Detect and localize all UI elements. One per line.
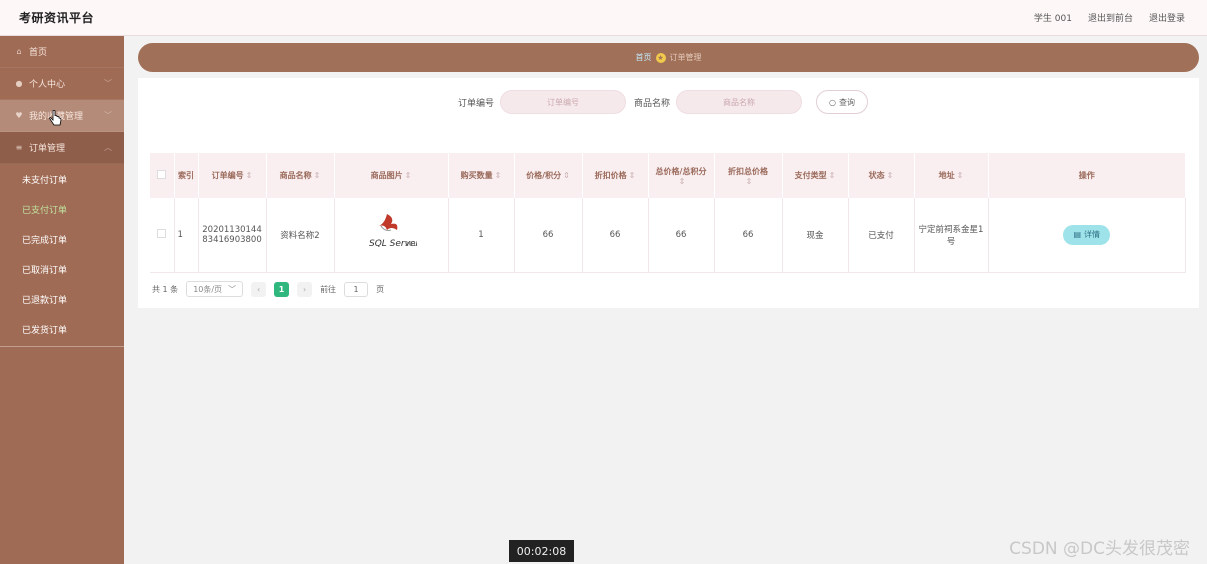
cell-address: 宁定前祠系金星1号	[914, 198, 989, 273]
sidebar-subitem-cancelled[interactable]: 已取消订单	[0, 254, 124, 284]
top-bar-actions: 学生 001 退出到前台 退出登录	[1034, 11, 1185, 24]
cell-price: 66	[514, 198, 583, 273]
list-icon: ≡	[15, 143, 23, 152]
sidebar-item-label: 订单管理	[29, 144, 66, 154]
col-address[interactable]: 地址 ⇕	[914, 153, 989, 198]
sql-server-logo: SQL Server 2012	[369, 214, 420, 249]
main-panel: 订单编号 订单编号 商品名称 商品名称 ○ 查询 索引 订单编号 ⇕ 商品名称 ⇕ …	[138, 78, 1199, 308]
table-row: 1 2020113014483416903800 资料名称2 SQL Serve…	[150, 198, 1186, 273]
chevron-down-icon: ﹀	[228, 284, 237, 294]
order-no-label: 订单编号	[458, 98, 495, 109]
pagination: 共 1 条 10条/页 ﹀ ‹ 1 › 前往 1 页	[152, 281, 384, 297]
col-qty[interactable]: 购买数量 ⇕	[448, 153, 515, 198]
table-header-row: 索引 订单编号 ⇕ 商品名称 ⇕ 商品图片 ⇕ 购买数量 ⇕ 价格/积分 ⇕ 折扣价格 ⇕ …	[150, 153, 1186, 198]
col-price[interactable]: 价格/积分 ⇕	[514, 153, 583, 198]
cell-goods-image: SQL Server 2012	[334, 198, 449, 273]
sidebar-subitem-completed[interactable]: 已完成订单	[0, 224, 124, 254]
cell-order-no: 2020113014483416903800	[198, 198, 267, 273]
col-total[interactable]: 总价格/总积分 ⇕	[648, 153, 715, 198]
sidebar-divider	[0, 346, 124, 347]
cell-status: 已支付	[848, 198, 915, 273]
sidebar-item-label: 个人中心	[29, 80, 66, 90]
hand-cursor-icon	[49, 110, 62, 126]
goto-label: 前往	[320, 284, 337, 294]
home-icon: ⌂	[16, 47, 22, 56]
col-goods-name[interactable]: 商品名称 ⇕	[266, 153, 335, 198]
select-all-checkbox-cell	[150, 153, 175, 198]
cell-index: 1	[174, 198, 199, 273]
logout-link[interactable]: 退出登录	[1149, 11, 1185, 24]
sidebar: ⌂ 首页 ● 个人中心 ﹀ ♥ 我的收藏管理 ﹀ ≡ 订单管理 ︿ 未支付订单 …	[0, 36, 124, 564]
chevron-up-icon: ︿	[104, 143, 112, 152]
search-bar: 订单编号 订单编号 商品名称 商品名称 ○ 查询	[458, 90, 869, 114]
page-size-select[interactable]: 10条/页 ﹀	[186, 281, 244, 297]
sidebar-item-label: 首页	[29, 48, 48, 58]
prev-page-button[interactable]: ‹	[251, 281, 267, 297]
select-all-checkbox[interactable]	[157, 170, 167, 179]
col-pay-type[interactable]: 支付类型 ⇕	[782, 153, 849, 198]
row-checkbox-cell	[150, 198, 175, 273]
video-timestamp: 00:02:08	[509, 540, 574, 562]
goods-name-label: 商品名称	[634, 98, 671, 109]
top-bar: 考研资讯平台 学生 001 退出到前台 退出登录	[0, 0, 1207, 36]
cell-goods-name: 资料名称2	[266, 198, 335, 273]
cell-actions: ▤ 详情	[988, 198, 1186, 273]
sidebar-item-profile[interactable]: ● 个人中心 ﹀	[0, 68, 124, 100]
sidebar-subitem-paid[interactable]: 已支付订单	[0, 194, 124, 224]
back-to-front-link[interactable]: 退出到前台	[1088, 11, 1133, 24]
sidebar-subitem-shipped[interactable]: 已发货订单	[0, 314, 124, 344]
query-button[interactable]: ○ 查询	[816, 90, 869, 114]
sidebar-item-favorites[interactable]: ♥ 我的收藏管理 ﹀	[0, 100, 124, 132]
chevron-down-icon: ﹀	[104, 111, 112, 120]
goto-page-input[interactable]: 1	[344, 281, 369, 297]
col-status[interactable]: 状态 ⇕	[848, 153, 915, 198]
row-checkbox[interactable]	[157, 228, 167, 238]
page-unit-label: 页	[376, 284, 385, 294]
sidebar-item-orders[interactable]: ≡ 订单管理 ︿	[0, 132, 124, 164]
orders-table: 索引 订单编号 ⇕ 商品名称 ⇕ 商品图片 ⇕ 购买数量 ⇕ 价格/积分 ⇕ 折扣价格 ⇕ …	[150, 153, 1186, 273]
chevron-down-icon: ﹀	[104, 79, 112, 88]
watermark: CSDN @DC头发很茂密	[1009, 539, 1190, 559]
next-page-button[interactable]: ›	[297, 281, 313, 297]
col-actions: 操作	[988, 153, 1186, 198]
cell-pay-type: 现金	[782, 198, 849, 273]
cell-total: 66	[648, 198, 715, 273]
col-goods-image[interactable]: 商品图片 ⇕	[334, 153, 449, 198]
search-icon: ○	[829, 97, 837, 107]
total-count: 共 1 条	[152, 284, 179, 294]
cell-discount-total: 66	[714, 198, 783, 273]
logo-version-text: 2012	[405, 241, 417, 248]
document-icon: ▤	[1073, 230, 1082, 240]
breadcrumb-home[interactable]: 首页	[636, 52, 652, 63]
col-discount-price[interactable]: 折扣价格 ⇕	[582, 153, 649, 198]
cell-qty: 1	[448, 198, 515, 273]
sidebar-subitem-unpaid[interactable]: 未支付订单	[0, 164, 124, 194]
goods-name-input[interactable]: 商品名称	[676, 90, 803, 114]
breadcrumb: 首页 ★ 订单管理	[138, 43, 1199, 72]
app-title: 考研资讯平台	[19, 11, 95, 25]
current-page-button[interactable]: 1	[274, 281, 290, 297]
cell-discount-price: 66	[582, 198, 649, 273]
star-icon: ★	[655, 52, 666, 63]
detail-button[interactable]: ▤ 详情	[1063, 224, 1111, 245]
heart-icon: ♥	[15, 111, 23, 120]
breadcrumb-current: 订单管理	[669, 53, 702, 62]
col-index: 索引	[174, 153, 199, 198]
current-user: 学生 001	[1033, 14, 1072, 24]
order-no-input[interactable]: 订单编号	[500, 90, 627, 114]
sidebar-subitem-refunded[interactable]: 已退款订单	[0, 284, 124, 314]
col-discount-total[interactable]: 折扣总价格 ⇕	[714, 153, 783, 198]
sidebar-item-home[interactable]: ⌂ 首页	[0, 36, 124, 68]
user-icon: ●	[15, 79, 23, 88]
col-order-no[interactable]: 订单编号 ⇕	[198, 153, 267, 198]
